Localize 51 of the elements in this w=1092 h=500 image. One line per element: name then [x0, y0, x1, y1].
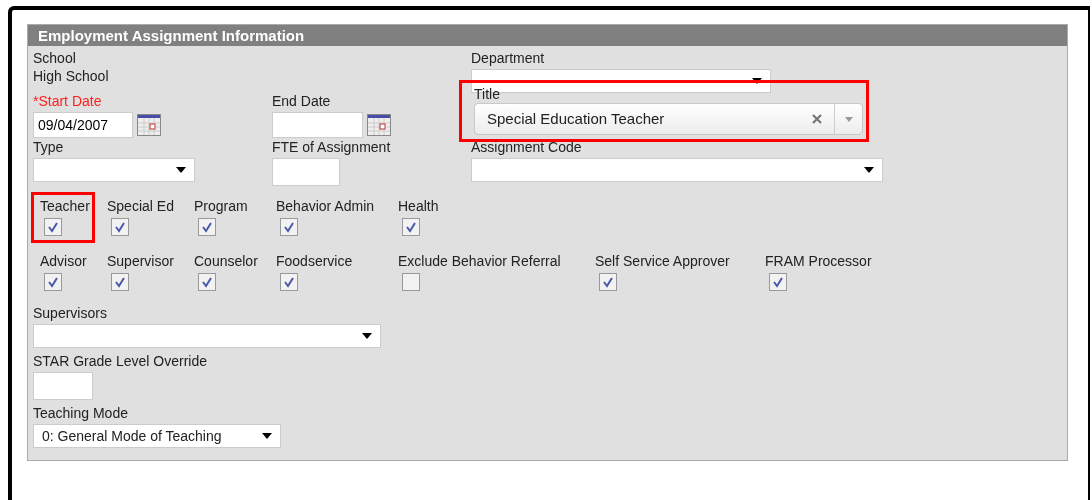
- checkbox-label: Teacher: [40, 198, 90, 214]
- dropdown-arrow-icon: [864, 167, 874, 173]
- checkbox[interactable]: [599, 273, 617, 291]
- date-field[interactable]: 09/04/2007: [33, 112, 133, 138]
- field-label: Department: [471, 49, 545, 67]
- checkbox[interactable]: [198, 273, 216, 291]
- dropdown-arrow-icon: [262, 433, 272, 439]
- text-field[interactable]: [272, 158, 340, 186]
- dropdown[interactable]: 0: General Mode of Teaching: [33, 424, 281, 448]
- checkbox-label: Program: [194, 198, 248, 214]
- checkbox[interactable]: [280, 273, 298, 291]
- field-label: School: [33, 49, 76, 67]
- field-label: Supervisors: [33, 304, 107, 322]
- field-label: Teaching Mode: [33, 404, 128, 422]
- text-field[interactable]: [33, 372, 93, 400]
- checkbox[interactable]: [111, 273, 129, 291]
- checkbox[interactable]: [402, 218, 420, 236]
- checkbox[interactable]: [769, 273, 787, 291]
- section-header: Employment Assignment Information: [28, 25, 1067, 46]
- date-field[interactable]: [272, 112, 363, 138]
- dropdown-arrow-icon: [362, 333, 372, 339]
- field-value: High School: [33, 67, 109, 85]
- field-label: Assignment Code: [471, 138, 582, 156]
- title-combobox[interactable]: Special Education Teacher: [474, 103, 863, 135]
- calendar-icon[interactable]: [367, 114, 391, 136]
- checkbox-label: Health: [398, 198, 439, 214]
- checkbox[interactable]: [280, 218, 298, 236]
- checkbox-label: Advisor: [40, 253, 87, 269]
- field-label: FTE of Assignment: [272, 138, 391, 156]
- checkbox[interactable]: [111, 218, 129, 236]
- checkbox-label: Special Ed: [107, 198, 174, 214]
- dropdown-arrow-icon: [176, 167, 186, 173]
- checkbox-label: Behavior Admin: [276, 198, 375, 214]
- checkbox-label: Exclude Behavior Referral: [398, 253, 561, 269]
- checkbox-label: Self Service Approver: [595, 253, 730, 269]
- field-label: End Date: [272, 92, 331, 110]
- field-label: STAR Grade Level Override: [33, 352, 208, 370]
- clear-icon[interactable]: [812, 114, 822, 124]
- calendar-icon[interactable]: [137, 114, 161, 136]
- checkbox[interactable]: [44, 273, 62, 291]
- dropdown-arrow-icon[interactable]: [844, 116, 853, 122]
- checkbox-label: Foodservice: [276, 253, 353, 269]
- checkbox-label: Counselor: [194, 253, 258, 269]
- checkbox[interactable]: [402, 273, 420, 291]
- field-label: Title: [474, 85, 500, 103]
- checkbox[interactable]: [198, 218, 216, 236]
- field-label: *Start Date: [33, 92, 102, 110]
- field-label: Type: [33, 138, 64, 156]
- checkbox-label: FRAM Processor: [765, 253, 872, 269]
- checkbox[interactable]: [44, 218, 62, 236]
- checkbox-label: Supervisor: [107, 253, 174, 269]
